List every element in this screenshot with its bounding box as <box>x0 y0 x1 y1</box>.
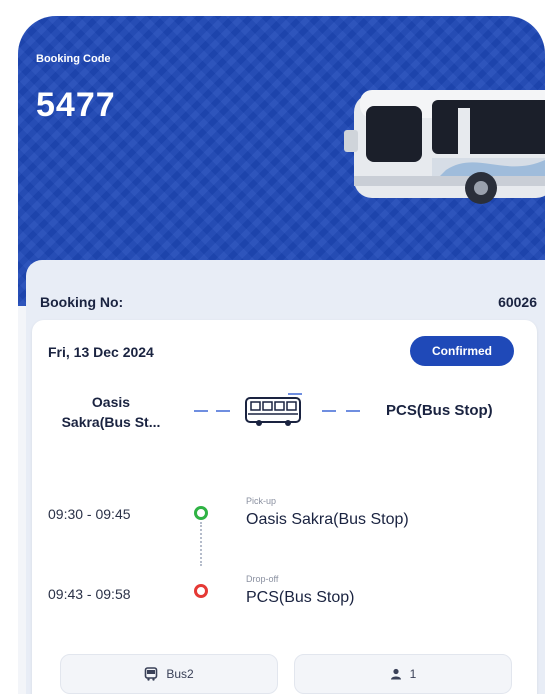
dropoff-time: 09:43 - 09:58 <box>48 586 131 602</box>
stop-connector <box>200 522 202 566</box>
booking-code-label: Booking Code <box>36 53 111 65</box>
bus-label: Bus2 <box>166 667 194 681</box>
pickup-label: Pick-up <box>246 496 277 506</box>
status-badge: Confirmed <box>410 336 514 366</box>
bus-illustration <box>344 90 545 204</box>
route-dash <box>346 410 360 412</box>
booking-number: 60026 <box>498 294 537 310</box>
route-origin: Oasis Sakra(Bus St... <box>46 392 176 432</box>
bus-icon <box>145 667 158 681</box>
passenger-count: 1 <box>409 667 417 681</box>
bus-route-icon <box>245 393 302 426</box>
booking-number-label: Booking No: <box>40 294 124 310</box>
route-dash <box>322 410 336 412</box>
bus-button[interactable]: Bus2 <box>60 654 278 694</box>
dropoff-marker-icon <box>194 584 208 598</box>
trip-date: Fri, 13 Dec 2024 <box>48 344 154 360</box>
dropoff-stop-name: PCS(Bus Stop) <box>246 589 355 606</box>
pickup-marker-icon <box>194 506 208 520</box>
route-origin-line1: Oasis <box>91 394 131 410</box>
trip-details-card: Fri, 13 Dec 2024 Confirmed Oasis Sakra(B… <box>32 320 537 694</box>
pickup-time: 09:30 - 09:45 <box>48 506 131 522</box>
booking-card: Booking Code 5477 Booking No: 60026 Fri,… <box>18 16 545 694</box>
passengers-button[interactable]: 1 <box>294 654 512 694</box>
dropoff-label: Drop-off <box>246 574 279 584</box>
route-dash <box>216 410 230 412</box>
route-origin-line2: Sakra(Bus St... <box>61 414 161 430</box>
route-destination: PCS(Bus Stop) <box>386 402 493 419</box>
booking-code: 5477 <box>36 86 116 124</box>
pickup-stop-name: Oasis Sakra(Bus Stop) <box>246 511 409 528</box>
booking-details-panel: Booking No: 60026 Fri, 13 Dec 2024 Confi… <box>26 260 545 694</box>
route-dash <box>194 410 208 412</box>
person-icon <box>390 668 401 680</box>
